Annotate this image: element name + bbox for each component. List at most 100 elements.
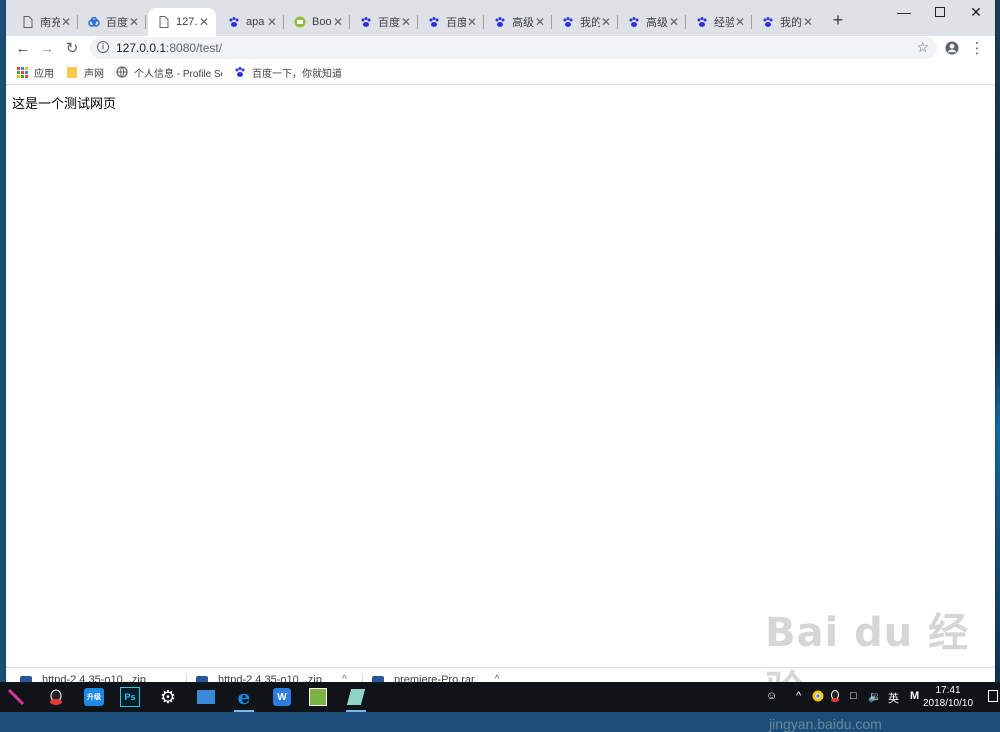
tab-title: 我的	[780, 17, 802, 29]
folder-icon	[66, 66, 78, 78]
bookmark-baidu[interactable]: 百度一下，你就知道	[234, 64, 342, 80]
tab-11[interactable]: 经验 ✕	[686, 8, 752, 36]
tab-5[interactable]: Boo ✕	[284, 8, 350, 36]
baidu-jingyan-watermark: Bai du 经验 jingyan.baidu.com	[765, 600, 1000, 732]
tab-3-active[interactable]: 127. ✕	[148, 8, 216, 36]
address-bar[interactable]: i 127.0.0.1:8080/test/ ☆	[90, 37, 937, 59]
notification-icon[interactable]	[988, 690, 998, 702]
url-host: 127.0.0.1	[116, 41, 167, 55]
globe-icon	[116, 66, 128, 78]
bookmark-label: 个人信息 - Profile Se	[134, 68, 222, 80]
tab-8[interactable]: 高级 ✕	[484, 8, 552, 36]
image-viewer-icon[interactable]	[306, 685, 330, 709]
bookmark-label: 声网	[84, 68, 104, 80]
tab-title: 百度	[378, 17, 400, 29]
close-icon[interactable]: ✕	[332, 15, 344, 29]
url-text[interactable]: 127.0.0.1:8080/test/	[116, 41, 222, 55]
system-clock[interactable]: 17:41 2018/10/10	[918, 684, 978, 710]
baidu-paw-icon	[228, 16, 240, 28]
close-icon[interactable]: ✕	[128, 15, 140, 29]
bookmark-label: 应用	[34, 68, 54, 80]
close-icon[interactable]: ✕	[198, 15, 210, 29]
bootstrap-icon	[294, 16, 306, 28]
photoshop-icon[interactable]: Ps	[118, 685, 142, 709]
tab-title: 高级	[512, 17, 534, 29]
settings-gear-icon[interactable]: ⚙	[156, 685, 180, 709]
forward-arrow-icon[interactable]: →	[37, 38, 57, 58]
page-content: 这是一个测试网页	[6, 85, 995, 667]
tab-title: 经验	[714, 17, 734, 29]
close-icon[interactable]: ✕	[802, 15, 814, 29]
tab-4[interactable]: apa ✕	[218, 8, 284, 36]
tab-title: 127.	[176, 16, 198, 28]
update-app-icon[interactable]: 升级	[82, 685, 106, 709]
close-icon[interactable]: ✕	[668, 15, 680, 29]
tab-title: 百度	[106, 17, 128, 29]
baidu-paw-icon	[494, 16, 506, 28]
browser-window: 南充 ✕ 百度 ✕ 127. ✕ apa ✕ Boo ✕ 百度 ✕ 百度 ✕ 高…	[6, 0, 995, 683]
close-icon[interactable]: ✕	[466, 15, 478, 29]
info-icon[interactable]: i	[97, 41, 109, 53]
volume-icon[interactable]: 🔉	[868, 690, 882, 703]
chrome-tray-icon[interactable]	[812, 690, 824, 705]
close-icon[interactable]: ✕	[266, 15, 278, 29]
tab-title: 南充	[40, 17, 60, 29]
baidu-paw-icon	[628, 16, 640, 28]
pen-app-icon[interactable]	[4, 685, 28, 709]
tab-title: apa	[246, 16, 265, 28]
baidu-paw-icon	[762, 16, 774, 28]
ime-indicator[interactable]: 英	[888, 690, 899, 706]
computer-icon[interactable]	[194, 685, 218, 709]
tab-6[interactable]: 百度 ✕	[350, 8, 418, 36]
baidu-paw-icon	[234, 66, 246, 78]
clock-time: 17:41	[935, 685, 961, 696]
maximize-button[interactable]	[922, 0, 958, 24]
tab-title: 我的	[580, 17, 600, 29]
tab-1[interactable]: 南充 ✕	[12, 8, 78, 36]
tab-9[interactable]: 我的 ✕	[552, 8, 618, 36]
bookmark-profile[interactable]: 个人信息 - Profile Se	[116, 64, 222, 80]
tab-10[interactable]: 高级 ✕	[618, 8, 686, 36]
people-icon[interactable]: ☺	[766, 690, 777, 702]
notepad-icon[interactable]	[344, 685, 368, 712]
close-icon[interactable]: ✕	[400, 15, 412, 29]
clock-date: 2018/10/10	[922, 698, 974, 709]
close-window-button[interactable]: ✕	[958, 0, 994, 24]
close-icon[interactable]: ✕	[534, 15, 546, 29]
baidu-paw-icon	[360, 16, 372, 28]
windows-taskbar: 升级 Ps ⚙ e W ☺ ^ □ 🔉 英 M 17:41 2018/10/10	[0, 682, 1000, 712]
bookmark-star-icon[interactable]: ☆	[916, 39, 929, 56]
page-icon	[22, 16, 34, 28]
wps-icon[interactable]: W	[270, 685, 294, 709]
menu-icon[interactable]: ⋮	[967, 38, 987, 58]
close-icon[interactable]: ✕	[600, 15, 612, 29]
back-arrow-icon[interactable]: ←	[13, 38, 33, 58]
close-icon[interactable]: ✕	[60, 15, 72, 29]
tab-12[interactable]: 我的 ✕	[752, 8, 820, 36]
tab-strip: 南充 ✕ 百度 ✕ 127. ✕ apa ✕ Boo ✕ 百度 ✕ 百度 ✕ 高…	[6, 0, 995, 36]
new-tab-button[interactable]: +	[828, 10, 848, 31]
tab-title: 百度	[446, 17, 466, 29]
reload-icon[interactable]: ↻	[62, 38, 82, 58]
baidu-paw-icon	[562, 16, 574, 28]
chevron-up-icon[interactable]: ^	[796, 690, 801, 702]
update-label: 升级	[84, 688, 104, 706]
bookmarks-bar: 应用 声网 个人信息 - Profile Se 百度一下，你就知道	[6, 60, 995, 85]
watermark-url: jingyan.baidu.com	[769, 716, 882, 732]
close-icon[interactable]: ✕	[734, 15, 746, 29]
tab-7[interactable]: 百度 ✕	[418, 8, 484, 36]
tab-2[interactable]: 百度 ✕	[78, 8, 146, 36]
qq-icon[interactable]	[44, 685, 68, 709]
baidu-paw-icon	[428, 16, 440, 28]
network-icon[interactable]: □	[850, 690, 857, 702]
url-path: :8080/test/	[166, 41, 223, 55]
baidu-paw-icon	[696, 16, 708, 28]
account-icon[interactable]	[942, 38, 962, 58]
baidu-cloud-icon	[88, 16, 100, 28]
qq-tray-icon[interactable]	[830, 690, 840, 705]
edge-icon[interactable]: e	[232, 685, 256, 712]
bookmark-apps[interactable]: 应用	[16, 64, 54, 80]
bookmark-folder-shengwang[interactable]: 声网	[66, 64, 104, 80]
browser-toolbar: ← → ↻ i 127.0.0.1:8080/test/ ☆ ⋮	[6, 36, 995, 60]
minimize-button[interactable]: —	[886, 0, 922, 24]
